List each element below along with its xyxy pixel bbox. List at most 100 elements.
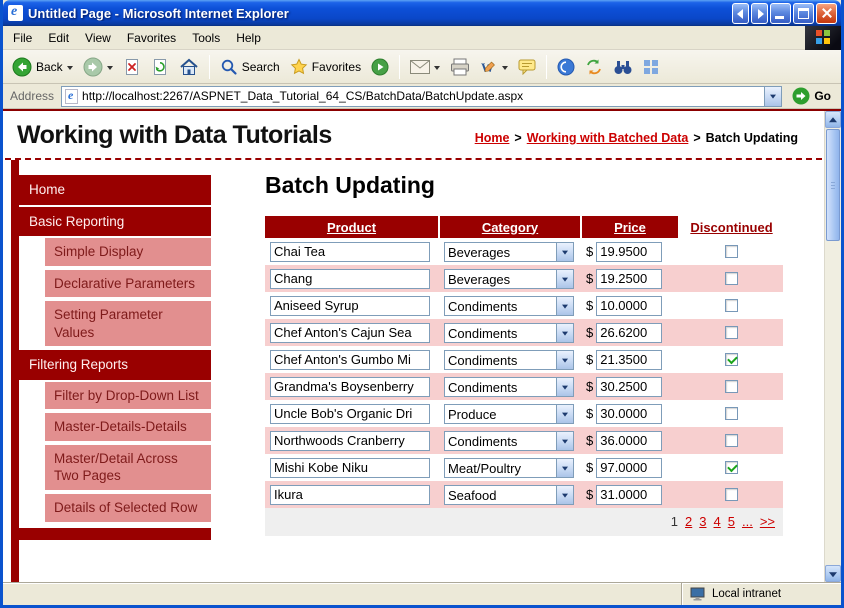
product-input[interactable]	[270, 377, 430, 397]
price-input[interactable]	[596, 458, 662, 478]
column-header-product[interactable]: Product	[265, 216, 439, 238]
sidebar-item-master-details-details[interactable]: Master-Details-Details	[45, 413, 211, 441]
discontinued-checkbox[interactable]	[725, 380, 738, 393]
scroll-thumb[interactable]	[826, 129, 840, 241]
discontinued-checkbox[interactable]	[725, 407, 738, 420]
close-button[interactable]	[816, 3, 837, 24]
breadcrumb-link-home[interactable]: Home	[475, 131, 510, 145]
chevron-down-icon[interactable]	[556, 378, 573, 396]
category-select[interactable]: Condiments	[444, 431, 574, 451]
discontinued-checkbox[interactable]	[725, 245, 738, 258]
breadcrumb-link-working-with-batched-data[interactable]: Working with Batched Data	[527, 131, 689, 145]
mail-button[interactable]	[406, 58, 444, 76]
pager-link-item[interactable]: >>	[760, 514, 775, 529]
column-header-category[interactable]: Category	[439, 216, 581, 238]
chevron-down-icon[interactable]	[556, 270, 573, 288]
sidebar-item-filtering-reports[interactable]: Filtering Reports	[19, 350, 211, 380]
discontinued-checkbox[interactable]	[725, 299, 738, 312]
menu-help[interactable]: Help	[228, 28, 269, 48]
chevron-down-icon[interactable]	[556, 297, 573, 315]
category-select[interactable]: Beverages	[444, 242, 574, 262]
titlebar-arrow-left-button[interactable]	[732, 3, 749, 24]
messenger-button[interactable]	[553, 56, 579, 78]
product-input[interactable]	[270, 323, 430, 343]
price-input[interactable]	[596, 269, 662, 289]
titlebar-arrow-right-button[interactable]	[751, 3, 768, 24]
maximize-button[interactable]	[793, 3, 814, 24]
sync-button[interactable]	[581, 56, 607, 78]
print-button[interactable]	[446, 56, 474, 78]
price-input[interactable]	[596, 485, 662, 505]
sidebar-item-filter-by-drop-down-list[interactable]: Filter by Drop-Down List	[45, 382, 211, 410]
product-input[interactable]	[270, 458, 430, 478]
category-select[interactable]: Beverages	[444, 269, 574, 289]
back-button[interactable]: Back	[8, 55, 77, 79]
category-select[interactable]: Seafood	[444, 485, 574, 505]
price-input[interactable]	[596, 323, 662, 343]
chevron-down-icon[interactable]	[556, 324, 573, 342]
pager-link-5[interactable]: 5	[728, 514, 735, 529]
scroll-up-button[interactable]	[825, 111, 841, 128]
sidebar-item-simple-display[interactable]: Simple Display	[45, 238, 211, 266]
price-input[interactable]	[596, 377, 662, 397]
category-select[interactable]: Meat/Poultry	[444, 458, 574, 478]
product-input[interactable]	[270, 296, 430, 316]
chevron-down-icon[interactable]	[556, 243, 573, 261]
sidebar-item-partial[interactable]	[19, 528, 211, 540]
menu-edit[interactable]: Edit	[40, 28, 77, 48]
discontinued-checkbox[interactable]	[725, 353, 738, 366]
home-button[interactable]	[175, 56, 203, 78]
address-url[interactable]: http://localhost:2267/ASPNET_Data_Tutori…	[78, 89, 764, 103]
chevron-down-icon[interactable]	[556, 351, 573, 369]
chevron-down-icon[interactable]	[556, 486, 573, 504]
pager-link-4[interactable]: 4	[714, 514, 721, 529]
price-input[interactable]	[596, 350, 662, 370]
research-button[interactable]	[609, 57, 637, 77]
menu-tools[interactable]: Tools	[184, 28, 228, 48]
category-select[interactable]: Condiments	[444, 323, 574, 343]
mail-dropdown-chevron-icon[interactable]	[434, 66, 440, 70]
pager-link-item[interactable]: ...	[742, 514, 753, 529]
menu-view[interactable]: View	[77, 28, 119, 48]
discontinued-checkbox[interactable]	[725, 272, 738, 285]
forward-button[interactable]	[79, 55, 117, 79]
back-dropdown-chevron-icon[interactable]	[67, 66, 73, 70]
search-button[interactable]: Search	[216, 56, 284, 78]
chevron-down-icon[interactable]	[556, 459, 573, 477]
minimize-button[interactable]	[770, 3, 791, 24]
menu-favorites[interactable]: Favorites	[119, 28, 184, 48]
price-input[interactable]	[596, 242, 662, 262]
category-select[interactable]: Produce	[444, 404, 574, 424]
pager-link-2[interactable]: 2	[685, 514, 692, 529]
column-header-price[interactable]: Price	[581, 216, 679, 238]
category-select[interactable]: Condiments	[444, 350, 574, 370]
product-input[interactable]	[270, 431, 430, 451]
discontinued-checkbox[interactable]	[725, 434, 738, 447]
edit-dropdown-chevron-icon[interactable]	[502, 66, 508, 70]
scroll-track[interactable]	[825, 242, 841, 565]
titlebar[interactable]: Untitled Page - Microsoft Internet Explo…	[3, 0, 841, 26]
chevron-down-icon[interactable]	[556, 405, 573, 423]
discontinued-checkbox[interactable]	[725, 461, 738, 474]
sidebar-item-declarative-parameters[interactable]: Declarative Parameters	[45, 270, 211, 298]
favorites-button[interactable]: Favorites	[286, 56, 365, 78]
product-input[interactable]	[270, 242, 430, 262]
edit-button[interactable]: W	[476, 56, 512, 78]
address-input[interactable]: http://localhost:2267/ASPNET_Data_Tutori…	[61, 86, 782, 107]
pager-link-3[interactable]: 3	[699, 514, 706, 529]
media-button[interactable]	[367, 56, 393, 78]
refresh-button[interactable]	[147, 56, 173, 78]
tiles-button[interactable]	[639, 57, 663, 77]
category-select[interactable]: Condiments	[444, 296, 574, 316]
sidebar-item-home[interactable]: Home	[19, 175, 211, 205]
price-input[interactable]	[596, 404, 662, 424]
stop-button[interactable]	[119, 56, 145, 78]
discuss-button[interactable]	[514, 57, 540, 77]
column-header-discontinued[interactable]: Discontinued	[679, 216, 783, 238]
sidebar-item-details-of-selected-row[interactable]: Details of Selected Row	[45, 494, 211, 522]
product-input[interactable]	[270, 485, 430, 505]
scroll-down-button[interactable]	[825, 565, 841, 582]
forward-dropdown-chevron-icon[interactable]	[107, 66, 113, 70]
sidebar-item-master-detail-across-two-pages[interactable]: Master/Detail Across Two Pages	[45, 445, 211, 490]
product-input[interactable]	[270, 350, 430, 370]
